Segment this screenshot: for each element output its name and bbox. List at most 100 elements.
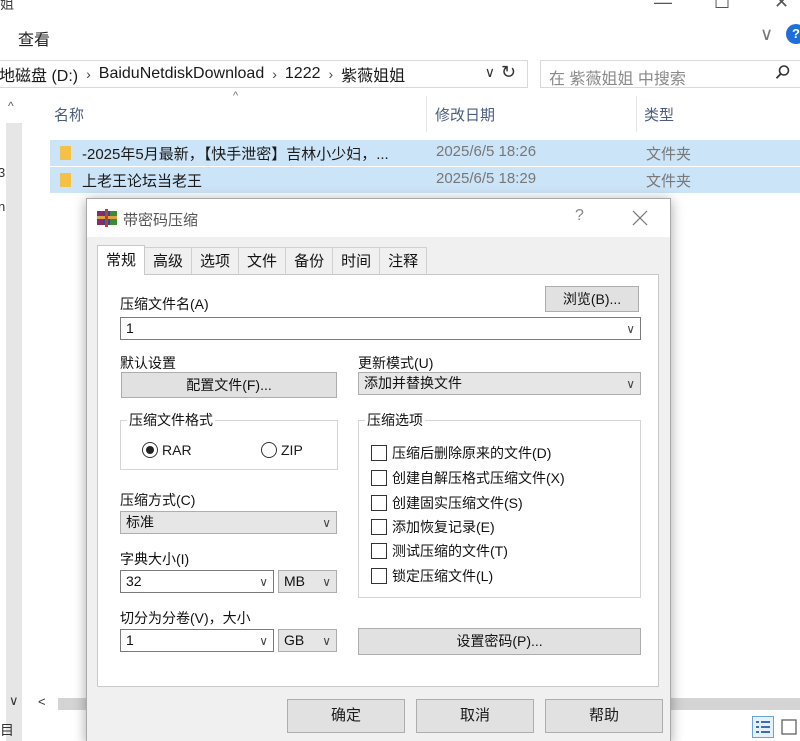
split-size-input[interactable]: 1 ∨ (120, 629, 274, 652)
tab-advanced[interactable]: 高级 (144, 247, 193, 275)
compression-method-select[interactable]: 标准 ∨ (120, 511, 337, 534)
file-type: 文件夹 (646, 173, 692, 190)
checkbox-unchecked-icon[interactable] (371, 470, 387, 486)
update-mode-label: 更新模式(U) (358, 355, 434, 371)
column-divider[interactable] (426, 96, 427, 132)
tab-comment[interactable]: 注释 (379, 247, 428, 275)
close-icon[interactable] (631, 203, 649, 233)
ribbon: 查看 ∨ ? (0, 20, 800, 56)
column-header: ^ 名称 修改日期 类型 (50, 90, 800, 132)
chevron-down-icon[interactable]: ∨ (760, 24, 773, 45)
tab-files[interactable]: 文件 (238, 247, 287, 275)
general-tab-page: 压缩文件名(A) 浏览(B)... 1 ∨ 默认设置 配置文件(F)... 更新… (97, 274, 659, 687)
format-zip-label: ZIP (281, 442, 303, 458)
checkbox-unchecked-icon[interactable] (371, 543, 387, 559)
split-unit-select[interactable]: GB ∨ (278, 629, 337, 652)
checkbox-unchecked-icon[interactable] (371, 445, 387, 461)
history-dropdown-icon[interactable]: ∨ (485, 64, 495, 81)
format-rar-radio[interactable]: RAR (142, 442, 192, 458)
dictionary-unit-value: MB (284, 573, 305, 589)
help-button[interactable]: 帮助 (545, 699, 663, 733)
option-delete-after-checkbox[interactable]: 压缩后删除原来的文件(D) (371, 443, 551, 463)
breadcrumb-separator-icon: › (328, 66, 334, 82)
dictionary-size-select[interactable]: 32 ∨ (120, 570, 274, 593)
chevron-down-icon[interactable]: ∨ (322, 572, 331, 593)
chevron-down-icon[interactable]: ∨ (626, 319, 635, 340)
help-question-icon[interactable]: ? (575, 207, 584, 225)
browse-button[interactable]: 浏览(B)... (545, 286, 639, 312)
radio-unselected-icon[interactable] (261, 442, 277, 458)
option-solid-checkbox[interactable]: 创建固实压缩文件(S) (371, 493, 523, 513)
maximize-icon[interactable]: ☐ (714, 0, 730, 13)
refresh-icon[interactable]: ↻ (501, 62, 516, 83)
checkbox-unchecked-icon[interactable] (371, 495, 387, 511)
compress-with-password-dialog: 带密码压缩 ? 常规 高级 选项 文件 备份 时间 注释 压缩文件名(A) 浏览… (86, 198, 671, 741)
option-test-checkbox[interactable]: 测试压缩的文件(T) (371, 541, 508, 561)
column-divider[interactable] (636, 96, 637, 132)
profiles-button[interactable]: 配置文件(F)... (121, 372, 337, 398)
option-lock-checkbox[interactable]: 锁定压缩文件(L) (371, 566, 493, 586)
cancel-button[interactable]: 取消 (416, 699, 534, 733)
navigation-pane: ^ 3 n ∨ (0, 95, 30, 741)
radio-selected-icon[interactable] (142, 442, 158, 458)
tab-options[interactable]: 选项 (191, 247, 240, 275)
dictionary-unit-select[interactable]: MB ∨ (278, 570, 337, 593)
chevron-down-icon[interactable]: ∨ (626, 374, 635, 395)
option-recovery-record-checkbox[interactable]: 添加恢复记录(E) (371, 517, 495, 537)
chevron-down-icon[interactable]: ∨ (259, 631, 268, 652)
update-mode-select[interactable]: 添加并替换文件 ∨ (358, 372, 641, 395)
folder-icon (60, 173, 71, 187)
checkbox-unchecked-icon[interactable] (371, 568, 387, 584)
checkbox-unchecked-icon[interactable] (371, 519, 387, 535)
address-bar[interactable]: 地磁盘 (D:) › BaiduNetdiskDownload › 1222 ›… (0, 60, 528, 88)
details-view-icon[interactable] (752, 716, 774, 738)
chevron-down-icon[interactable]: ∨ (322, 631, 331, 652)
column-type[interactable]: 类型 (644, 104, 674, 125)
chevron-down-icon[interactable]: ∨ (259, 572, 268, 593)
help-icon[interactable]: ? (786, 24, 800, 44)
archive-format-label: 压缩文件格式 (129, 412, 213, 428)
format-rar-label: RAR (162, 442, 192, 458)
archive-name-input[interactable]: 1 ∨ (120, 317, 641, 340)
set-password-button[interactable]: 设置密码(P)... (358, 628, 641, 655)
nav-text-fragment: n (0, 199, 6, 214)
ok-button[interactable]: 确定 (287, 699, 405, 733)
breadcrumb-separator-icon: › (86, 66, 91, 82)
option-label: 测试压缩的文件(T) (392, 543, 508, 559)
breadcrumb-drive[interactable]: 地磁盘 (D:) (0, 62, 78, 86)
large-icons-view-icon[interactable] (778, 716, 800, 738)
minimize-icon[interactable]: — (654, 0, 672, 13)
scroll-left-icon[interactable]: < (38, 694, 46, 709)
option-label: 创建固实压缩文件(S) (392, 495, 523, 511)
column-name[interactable]: 名称 (54, 104, 84, 125)
format-zip-radio[interactable]: ZIP (261, 442, 303, 458)
folder-icon (60, 146, 71, 160)
dialog-titlebar[interactable]: 带密码压缩 ? (87, 199, 670, 237)
breadcrumb-folder[interactable]: 紫薇姐姐 (341, 62, 405, 86)
dialog-title: 带密码压缩 (123, 212, 199, 229)
ribbon-tab-view[interactable]: 查看 (18, 26, 50, 50)
option-label: 锁定压缩文件(L) (392, 568, 494, 584)
option-sfx-checkbox[interactable]: 创建自解压格式压缩文件(X) (371, 468, 565, 488)
status-bar-fragment: 目 (0, 722, 14, 738)
nav-scrollbar[interactable] (6, 123, 22, 741)
scroll-down-icon[interactable]: ∨ (9, 693, 19, 709)
option-label: 添加恢复记录(E) (392, 519, 495, 535)
tab-backup[interactable]: 备份 (285, 247, 334, 275)
sort-ascending-icon: ^ (233, 90, 239, 102)
breadcrumb-folder[interactable]: 1222 (285, 65, 321, 83)
search-placeholder: 在 紫薇姐姐 中搜索 (549, 71, 686, 88)
archive-name-value: 1 (126, 320, 134, 336)
tab-time[interactable]: 时间 (332, 247, 381, 275)
tab-general[interactable]: 常规 (97, 245, 146, 275)
breadcrumb-folder[interactable]: BaiduNetdiskDownload (99, 65, 264, 83)
chevron-down-icon[interactable]: ∨ (322, 513, 331, 534)
search-box[interactable]: 在 紫薇姐姐 中搜索 (540, 60, 800, 88)
column-date[interactable]: 修改日期 (435, 104, 495, 125)
file-row[interactable]: -2025年5月最新，【快手泄密】吉林小少妇，... 2025/6/5 18:2… (50, 140, 800, 166)
scroll-up-icon[interactable]: ^ (8, 99, 14, 113)
file-row[interactable]: 上老王论坛当老王 2025/6/5 18:29 文件夹 (50, 167, 800, 193)
archive-format-group: 压缩文件格式 (120, 410, 338, 470)
close-window-icon[interactable]: ✕ (774, 0, 789, 13)
search-icon[interactable] (775, 64, 791, 85)
